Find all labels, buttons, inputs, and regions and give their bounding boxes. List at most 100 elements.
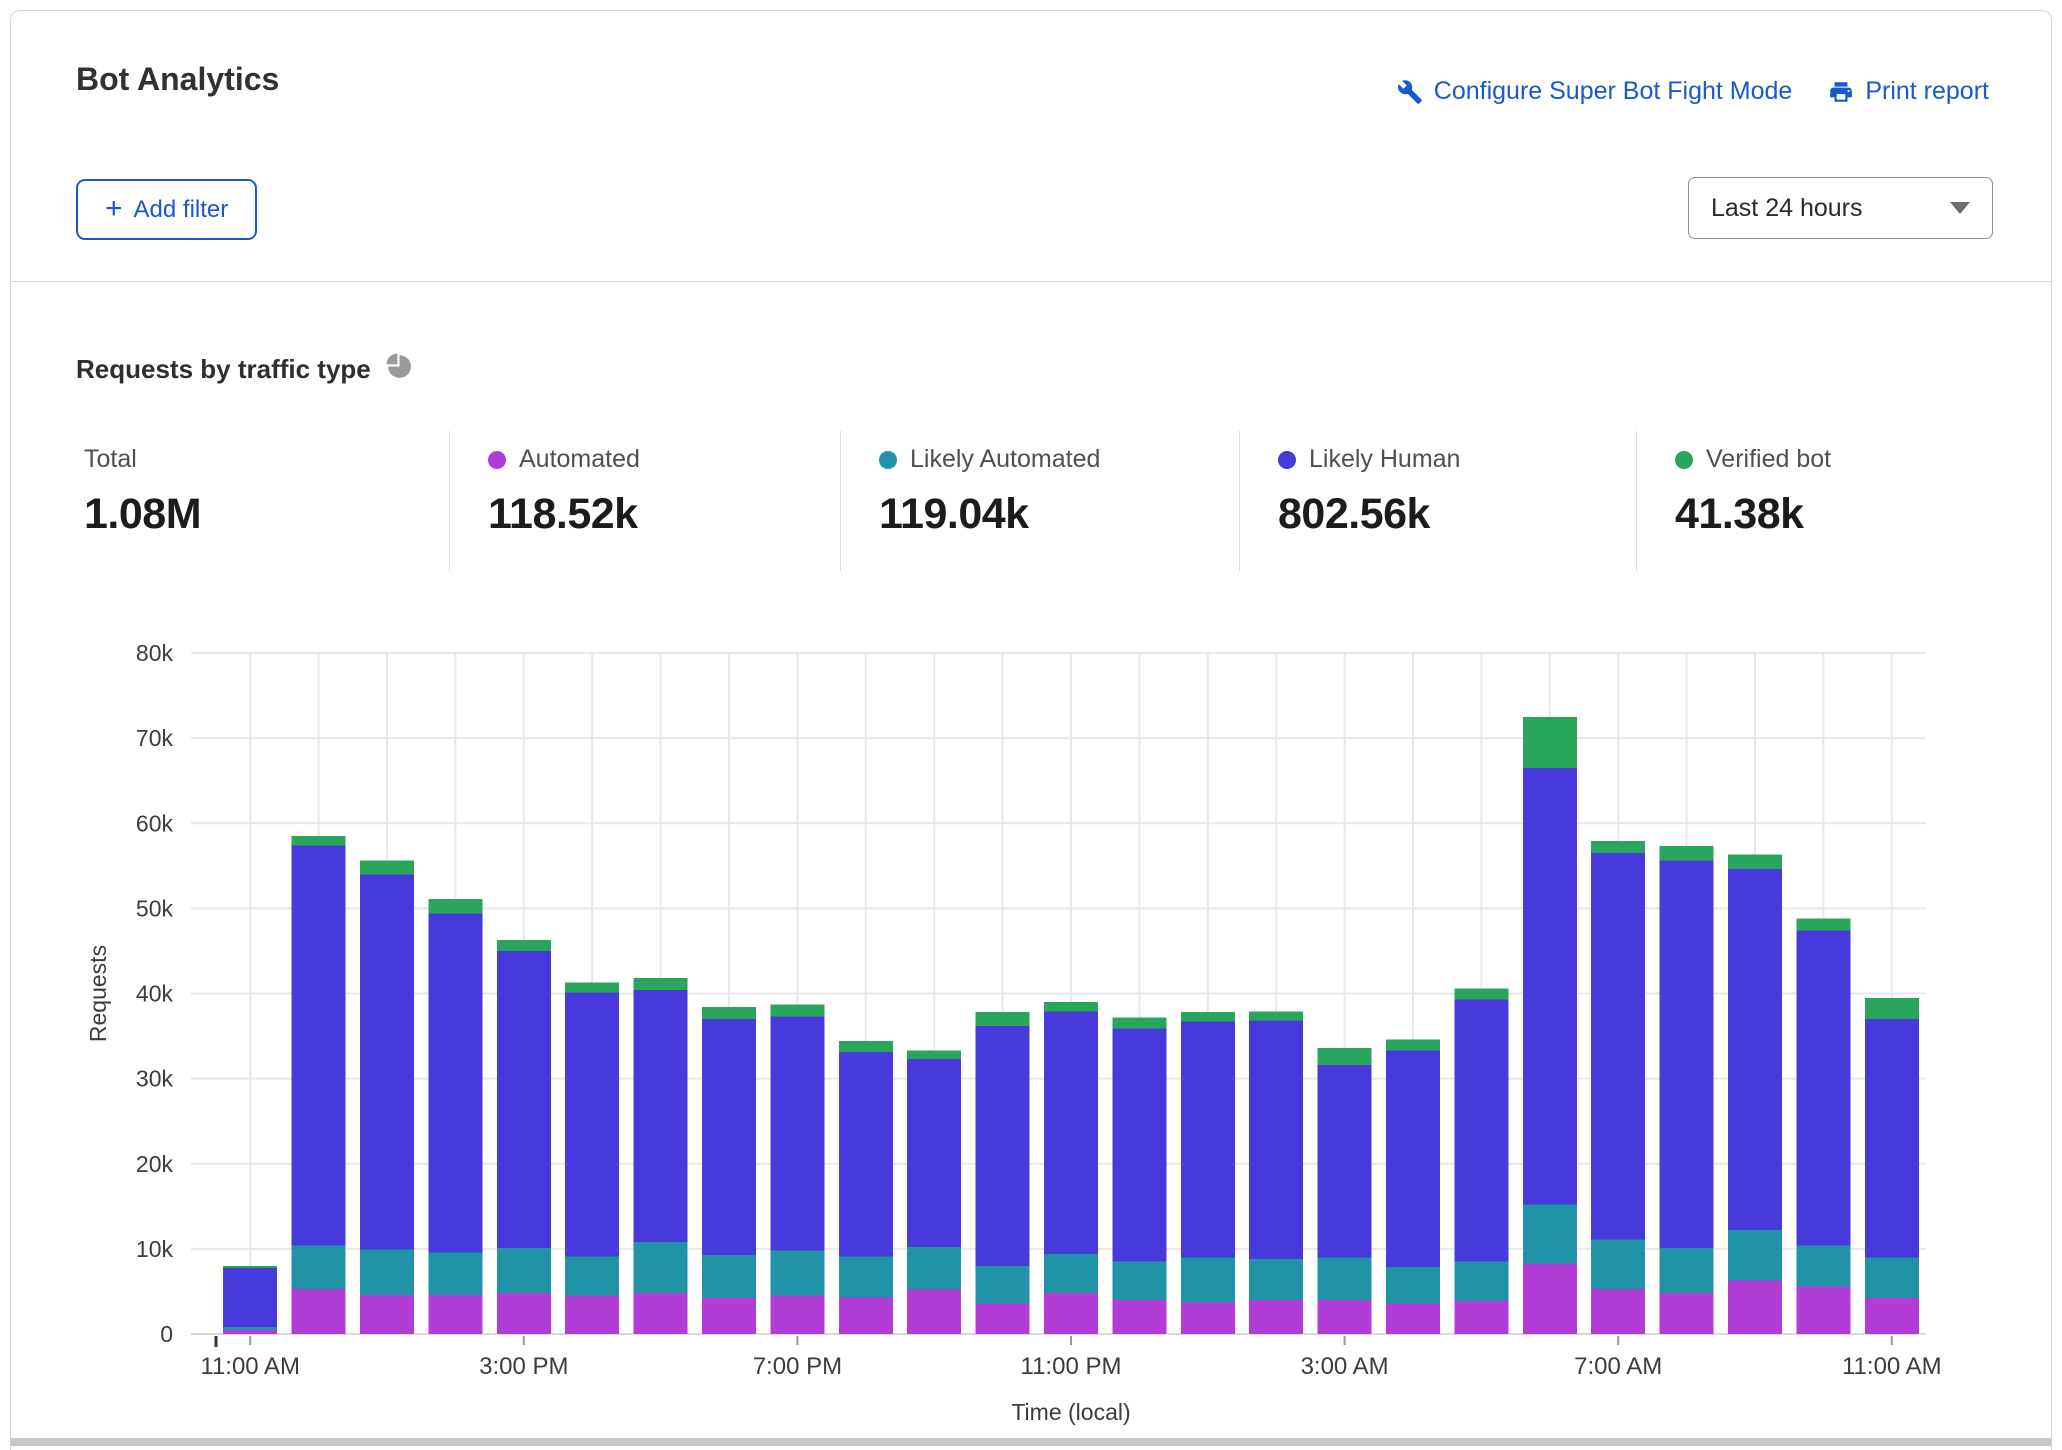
y-tick-label: 70k: [136, 725, 174, 751]
bar-8-00-am[interactable]: [1660, 846, 1714, 1334]
bar-segment: [1044, 1002, 1098, 1011]
stat-automated: Automated 118.52k: [449, 431, 840, 571]
bar-segment: [565, 1296, 619, 1334]
y-tick-label: 0: [160, 1321, 173, 1347]
bar-2-00-pm[interactable]: [428, 899, 482, 1334]
section-title: Requests by traffic type: [76, 354, 371, 385]
bar-segment: [223, 1327, 277, 1330]
bar-segment: [907, 1247, 961, 1289]
bar-9-00-am[interactable]: [1728, 855, 1782, 1334]
stat-likely-automated-label: Likely Automated: [910, 445, 1100, 474]
bar-segment: [702, 1019, 756, 1255]
bar-segment: [1660, 1248, 1714, 1293]
time-range-select[interactable]: Last 24 hours: [1688, 177, 1993, 239]
bar-4-00-pm[interactable]: [565, 982, 619, 1334]
bar-2-00-am[interactable]: [1249, 1011, 1303, 1334]
y-tick-label: 50k: [136, 895, 174, 921]
x-tick-label: 11:00 AM: [200, 1353, 300, 1380]
bar-segment: [839, 1297, 893, 1334]
bar-4-00-am[interactable]: [1386, 1039, 1440, 1334]
bar-segment: [223, 1268, 277, 1327]
bar-12-00-pm[interactable]: [292, 836, 346, 1334]
stat-total-label: Total: [84, 445, 137, 474]
bar-3-00-am[interactable]: [1318, 1048, 1372, 1334]
bar-segment: [428, 913, 482, 1252]
bar-segment: [1865, 1019, 1919, 1257]
bar-6-00-am[interactable]: [1523, 717, 1577, 1334]
bar-1-00-am[interactable]: [1181, 1012, 1235, 1334]
bar-segment: [223, 1330, 277, 1334]
bar-segment: [497, 1293, 551, 1334]
bar-segment: [1318, 1048, 1372, 1065]
bar-segment: [497, 951, 551, 1248]
stat-automated-value: 118.52k: [488, 490, 830, 539]
bar-segment: [1318, 1065, 1372, 1257]
x-tick-label: 7:00 AM: [1574, 1353, 1662, 1380]
bar-11-00-am[interactable]: [1865, 998, 1919, 1334]
bar-segment: [1112, 1017, 1166, 1028]
configure-super-bot-fight-mode-link[interactable]: Configure Super Bot Fight Mode: [1397, 77, 1793, 106]
bar-segment: [839, 1041, 893, 1052]
bar-1-00-pm[interactable]: [360, 861, 414, 1334]
bar-5-00-pm[interactable]: [634, 978, 688, 1334]
stat-automated-label: Automated: [519, 445, 640, 474]
bar-3-00-pm[interactable]: [497, 940, 551, 1334]
stat-verified-bot-label: Verified bot: [1706, 445, 1831, 474]
bar-segment: [497, 1248, 551, 1293]
y-tick-label: 10k: [136, 1236, 174, 1262]
bar-segment: [634, 1293, 688, 1334]
bar-segment: [1318, 1257, 1372, 1300]
bar-segment: [1796, 1286, 1850, 1334]
print-report-link[interactable]: Print report: [1828, 77, 1989, 106]
bar-11-00-pm[interactable]: [1044, 1002, 1098, 1334]
bar-segment: [292, 1289, 346, 1334]
bar-segment: [1386, 1267, 1440, 1304]
bar-segment: [702, 1255, 756, 1298]
bar-7-00-am[interactable]: [1591, 841, 1645, 1334]
bar-11-00-am[interactable]: [223, 1266, 277, 1334]
plus-icon: +: [105, 194, 123, 224]
bar-segment: [1249, 1259, 1303, 1300]
bar-segment: [565, 1257, 619, 1296]
bar-9-00-pm[interactable]: [907, 1051, 961, 1334]
bar-12-00-am[interactable]: [1112, 1017, 1166, 1334]
likely-human-legend-dot: [1278, 451, 1296, 469]
stat-likely-human-label: Likely Human: [1309, 445, 1460, 474]
bar-segment: [1386, 1051, 1440, 1267]
bar-7-00-pm[interactable]: [770, 1005, 824, 1334]
likely-automated-legend-dot: [879, 451, 897, 469]
bar-segment: [1181, 1022, 1235, 1258]
bar-10-00-am[interactable]: [1796, 919, 1850, 1334]
bar-segment: [1318, 1300, 1372, 1334]
y-tick-label: 30k: [136, 1066, 174, 1092]
stat-total-value: 1.08M: [84, 490, 439, 539]
bar-segment: [1796, 919, 1850, 931]
bar-segment: [634, 978, 688, 990]
bar-segment: [1796, 931, 1850, 1246]
bar-5-00-am[interactable]: [1454, 988, 1508, 1334]
bar-segment: [976, 1266, 1030, 1303]
bar-8-00-pm[interactable]: [839, 1041, 893, 1334]
bar-segment: [360, 1295, 414, 1334]
bar-segment: [770, 1251, 824, 1296]
bar-segment: [565, 982, 619, 992]
x-tick-label: 11:00 PM: [1021, 1353, 1122, 1380]
bar-6-00-pm[interactable]: [702, 1007, 756, 1334]
bar-segment: [1249, 1011, 1303, 1020]
time-range-value: Last 24 hours: [1711, 194, 1863, 223]
verified-bot-legend-dot: [1675, 451, 1693, 469]
print-link-label: Print report: [1865, 77, 1989, 106]
y-axis-title: Requests: [85, 945, 111, 1042]
requests-by-traffic-type-chart: 010k20k30k40k50k60k70k80k11:00 AM3:00 PM…: [11, 591, 2053, 1450]
bar-segment: [634, 990, 688, 1242]
bar-10-00-pm[interactable]: [976, 1012, 1030, 1334]
bar-segment: [292, 836, 346, 845]
x-tick-label: 3:00 PM: [479, 1353, 568, 1380]
x-tick-label: 11:00 AM: [1842, 1353, 1942, 1380]
bar-segment: [1112, 1262, 1166, 1300]
configure-link-label: Configure Super Bot Fight Mode: [1434, 77, 1793, 106]
bar-segment: [1454, 1262, 1508, 1301]
bar-segment: [1796, 1245, 1850, 1286]
bar-segment: [1660, 861, 1714, 1248]
add-filter-button[interactable]: + Add filter: [76, 179, 257, 240]
